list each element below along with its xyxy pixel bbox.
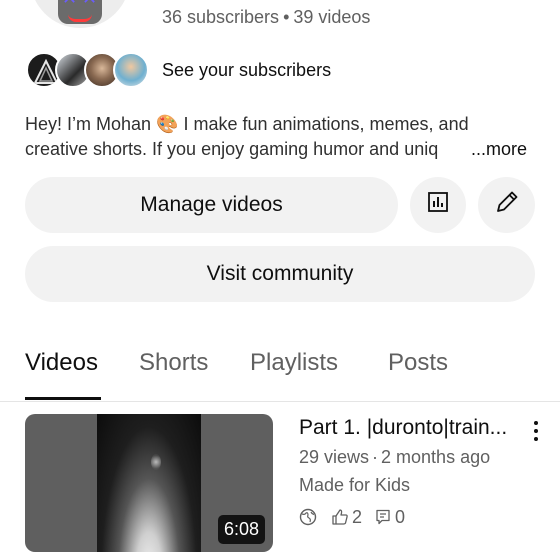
- tab-shorts[interactable]: Shorts: [139, 349, 208, 377]
- video-views: 29 views: [299, 447, 370, 467]
- analytics-icon: [426, 190, 450, 220]
- globe-icon: [299, 508, 317, 526]
- subscriber-count: 36 subscribers: [162, 7, 280, 27]
- manage-videos-button[interactable]: Manage videos: [25, 177, 398, 233]
- video-metadata: 29 views · 2 months ago: [299, 447, 490, 468]
- comment-icon: [374, 508, 392, 526]
- video-count: 39 videos: [293, 7, 371, 27]
- description-line-2-text: creative shorts. If you enjoy gaming hum…: [25, 139, 439, 159]
- more-link[interactable]: ...more: [469, 137, 528, 162]
- visit-community-button[interactable]: Visit community: [25, 246, 535, 302]
- subscriber-avatars[interactable]: [26, 52, 150, 90]
- channel-stats: 36 subscribers • 39 videos: [162, 7, 370, 28]
- description-line-2: creative shorts. If you enjoy gaming hum…: [25, 137, 535, 162]
- more-options-icon[interactable]: [524, 418, 548, 444]
- thumbnail-frame: [97, 414, 201, 552]
- subscriber-avatar: [113, 52, 149, 88]
- comment-count: 0: [395, 506, 406, 527]
- video-age: 2 months ago: [381, 447, 491, 467]
- pencil-icon: [493, 188, 521, 222]
- thumbnail-subject: [151, 454, 161, 470]
- edit-channel-button[interactable]: [478, 177, 535, 233]
- tab-playlists[interactable]: Playlists: [250, 349, 338, 377]
- avatar-eye-left: ✕: [62, 0, 77, 9]
- like-count: 2: [352, 506, 363, 527]
- see-subscribers-link[interactable]: See your subscribers: [162, 60, 331, 81]
- description-line-1: Hey! I’m Mohan 🎨 I make fun animations, …: [25, 114, 469, 134]
- tab-posts[interactable]: Posts: [388, 349, 448, 377]
- made-for-kids-label: Made for Kids: [299, 475, 411, 495]
- video-thumbnail[interactable]: 6:08: [25, 414, 273, 552]
- avatar-eye-right: ✕: [82, 0, 97, 9]
- tab-videos[interactable]: Videos: [25, 349, 98, 377]
- stats-separator: •: [283, 7, 290, 27]
- video-duration-badge: 6:08: [217, 515, 265, 544]
- analytics-button[interactable]: [410, 177, 466, 233]
- meta-separator: ·: [372, 447, 379, 467]
- video-stats: 2 0: [299, 506, 405, 528]
- active-tab-indicator: [25, 397, 101, 400]
- channel-description[interactable]: Hey! I’m Mohan 🎨 I make fun animations, …: [25, 112, 535, 162]
- channel-tabs: Videos Shorts Playlists Posts: [0, 340, 560, 402]
- video-title[interactable]: Part 1. |duronto|train...: [299, 416, 514, 440]
- channel-avatar[interactable]: ✕ ✕: [30, 0, 130, 28]
- thumbs-up-icon: [331, 508, 349, 526]
- video-list-item[interactable]: 6:08 Part 1. |duronto|train... 29 views ·…: [0, 414, 560, 560]
